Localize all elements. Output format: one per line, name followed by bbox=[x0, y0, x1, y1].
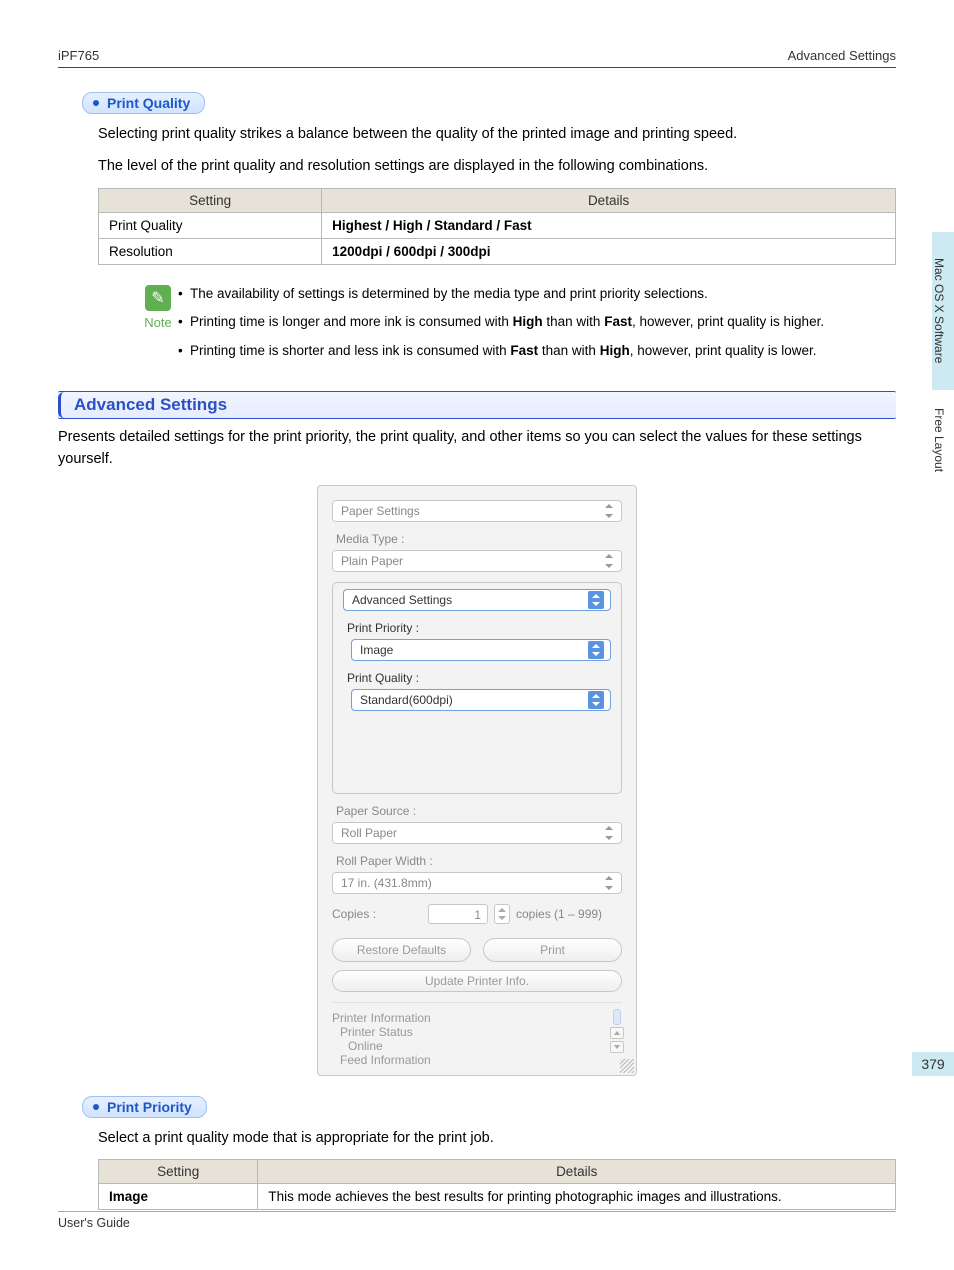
restore-defaults-button[interactable]: Restore Defaults bbox=[332, 938, 471, 962]
stepper-icon bbox=[603, 554, 615, 568]
pq-paragraph-1: Selecting print quality strikes a balanc… bbox=[98, 124, 896, 146]
pq-th-details: Details bbox=[322, 188, 896, 212]
pp-th-setting: Setting bbox=[99, 1160, 258, 1184]
header-left: iPF765 bbox=[58, 48, 99, 63]
advanced-title: Advanced Settings bbox=[74, 395, 227, 415]
info-status-label: Printer Status bbox=[332, 1025, 622, 1039]
copies-input[interactable]: 1 bbox=[428, 904, 488, 924]
copies-stepper[interactable] bbox=[494, 904, 510, 924]
stepper-icon bbox=[588, 641, 604, 659]
stepper-icon bbox=[588, 691, 604, 709]
note-block: ✎ Note The availability of settings is d… bbox=[138, 285, 896, 372]
print-quality-table: Setting Details Print Quality Highest / … bbox=[98, 188, 896, 265]
media-type-combo[interactable]: Plain Paper bbox=[332, 550, 622, 572]
advanced-paragraph: Presents detailed settings for the print… bbox=[58, 427, 896, 471]
roll-width-combo[interactable]: 17 in. (431.8mm) bbox=[332, 872, 622, 894]
pq-r2c2: 1200dpi / 600dpi / 300dpi bbox=[322, 238, 896, 264]
bullet-icon bbox=[93, 1104, 99, 1110]
paper-source-combo[interactable]: Roll Paper bbox=[332, 822, 622, 844]
update-printer-info-button[interactable]: Update Printer Info. bbox=[332, 970, 622, 992]
pp-r1c2: This mode achieves the best results for … bbox=[258, 1184, 896, 1210]
note-item: The availability of settings is determin… bbox=[178, 285, 896, 304]
pp-r1c1: Image bbox=[99, 1184, 258, 1210]
paper-source-label: Paper Source : bbox=[336, 804, 622, 818]
header-right: Advanced Settings bbox=[788, 48, 896, 63]
pp-th-details: Details bbox=[258, 1160, 896, 1184]
print-button[interactable]: Print bbox=[483, 938, 622, 962]
resize-grip-icon[interactable] bbox=[620, 1059, 634, 1073]
note-item: Printing time is shorter and less ink is… bbox=[178, 342, 896, 361]
side-tab-free-layout[interactable]: Free Layout bbox=[932, 390, 954, 490]
note-item: Printing time is longer and more ink is … bbox=[178, 313, 896, 332]
bullet-icon bbox=[93, 100, 99, 106]
scroll-up-icon[interactable] bbox=[610, 1027, 624, 1039]
print-quality-dlg-label: Print Quality : bbox=[347, 671, 611, 685]
info-title: Printer Information bbox=[332, 1011, 622, 1025]
print-priority-heading: Print Priority bbox=[82, 1096, 207, 1118]
pq-r1c1: Print Quality bbox=[99, 212, 322, 238]
copies-range: copies (1 – 999) bbox=[516, 907, 602, 921]
stepper-icon bbox=[588, 591, 604, 609]
pq-th-setting: Setting bbox=[99, 188, 322, 212]
pq-r1c2: Highest / High / Standard / Fast bbox=[322, 212, 896, 238]
footer-left: User's Guide bbox=[58, 1216, 130, 1230]
info-status-value: Online bbox=[332, 1039, 622, 1053]
media-type-label: Media Type : bbox=[336, 532, 622, 546]
pp-paragraph: Select a print quality mode that is appr… bbox=[98, 1128, 896, 1150]
info-feed: Feed Information bbox=[332, 1053, 622, 1067]
copies-label: Copies : bbox=[332, 907, 422, 921]
print-priority-label: Print Priority : bbox=[347, 621, 611, 635]
side-tab-mac-os-x[interactable]: Mac OS X Software bbox=[932, 232, 954, 390]
note-label: Note bbox=[144, 315, 171, 330]
roll-width-label: Roll Paper Width : bbox=[336, 854, 622, 868]
print-quality-combo[interactable]: Standard(600dpi) bbox=[351, 689, 611, 711]
page-number-badge: 379 bbox=[912, 1052, 954, 1076]
advanced-settings-combo[interactable]: Advanced Settings bbox=[343, 589, 611, 611]
settings-dialog: Paper Settings Media Type : Plain Paper … bbox=[317, 485, 637, 1076]
print-priority-combo[interactable]: Image bbox=[351, 639, 611, 661]
info-scrollbar[interactable] bbox=[610, 1009, 624, 1055]
stepper-icon bbox=[603, 876, 615, 890]
scroll-down-icon[interactable] bbox=[610, 1041, 624, 1053]
print-quality-label: Print Quality bbox=[107, 95, 190, 111]
pq-paragraph-2: The level of the print quality and resol… bbox=[98, 156, 896, 178]
print-priority-head-label: Print Priority bbox=[107, 1099, 192, 1115]
advanced-settings-heading: Advanced Settings bbox=[58, 391, 896, 419]
print-priority-table: Setting Details Image This mode achieves… bbox=[98, 1159, 896, 1210]
stepper-icon bbox=[603, 504, 615, 518]
advanced-settings-group: Advanced Settings Print Priority : Image… bbox=[332, 582, 622, 794]
pq-r2c1: Resolution bbox=[99, 238, 322, 264]
printer-information: Printer Information Printer Status Onlin… bbox=[332, 1002, 622, 1067]
scroll-thumb[interactable] bbox=[613, 1009, 621, 1025]
pencil-icon: ✎ bbox=[145, 285, 171, 311]
print-quality-heading: Print Quality bbox=[82, 92, 205, 114]
stepper-icon bbox=[603, 826, 615, 840]
paper-settings-combo[interactable]: Paper Settings bbox=[332, 500, 622, 522]
